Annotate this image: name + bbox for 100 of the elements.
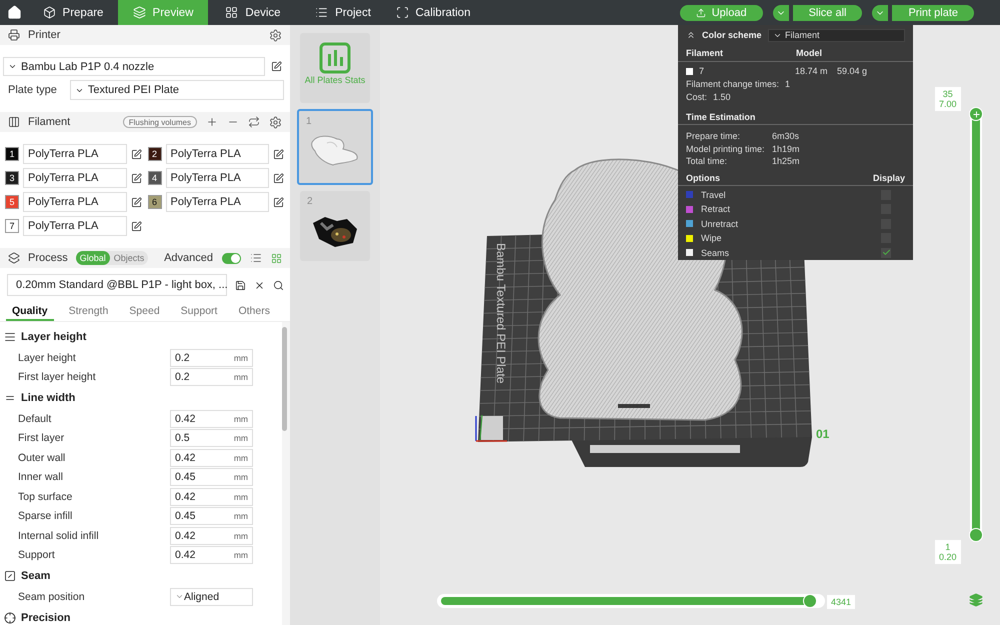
setting-label: Sparse infill: [18, 510, 74, 522]
color-swatch[interactable]: 2: [148, 147, 162, 161]
material-select[interactable]: PolyTerra PLA: [166, 168, 269, 188]
setting-label: Layer height: [18, 352, 77, 364]
material-select[interactable]: PolyTerra PLA: [166, 144, 269, 164]
section-title: Printer: [28, 29, 60, 41]
number-field[interactable]: 0.5 mm: [170, 429, 253, 448]
process-select[interactable]: 0.20mm Standard @BBL P1P - light box, ...: [7, 274, 227, 296]
edit-icon[interactable]: [271, 61, 282, 72]
collapse-icon[interactable]: [686, 30, 696, 40]
toggle-switch[interactable]: [222, 252, 241, 264]
setting-label: First layer: [18, 432, 66, 444]
stats-label: All Plates Stats: [304, 75, 366, 85]
settings-icon[interactable]: [269, 28, 282, 42]
settings-icon[interactable]: [269, 116, 282, 128]
edit-icon[interactable]: [273, 148, 284, 160]
settings-tab[interactable]: Strength: [62, 302, 114, 321]
material-select[interactable]: PolyTerra PLA: [166, 192, 269, 212]
nav-tab[interactable]: Device: [208, 0, 298, 25]
material-select[interactable]: PolyTerra PLA: [23, 216, 126, 236]
edit-icon[interactable]: [130, 220, 142, 232]
number-field[interactable]: 0.42 mm: [170, 546, 253, 564]
edit-icon[interactable]: [130, 196, 142, 208]
chevron-icon: [8, 62, 17, 71]
material-select[interactable]: PolyTerra PLA: [23, 144, 126, 164]
nav-tab[interactable]: Project: [298, 0, 388, 25]
setting-label: Support: [18, 549, 56, 562]
chart-icon: [318, 41, 352, 75]
nav-tab[interactable]: Prepare: [28, 0, 118, 25]
bed-label: Bambu Textured PEI Plate: [494, 243, 508, 384]
printer-select[interactable]: Bambu Lab P1P 0.4 nozzle: [3, 57, 265, 76]
settings-tab[interactable]: Speed: [123, 302, 166, 321]
color-swatch[interactable]: 5: [5, 195, 19, 209]
color-swatch[interactable]: 4: [148, 171, 162, 185]
number-field[interactable]: 0.45 mm: [170, 468, 253, 486]
lines-icon: [4, 331, 16, 343]
slash-square-icon: [4, 570, 16, 582]
group-title: Line width: [21, 392, 76, 404]
legend-panel: Color scheme Filament Filament Model 7 18.74 m 59.04 g Filament change times: 1 Cost: 1.50 Time Estimation Prepare time: 6m30s Model printing time: 1h19m Total time: 1h25m Options Display Travel Retract Unretract Wipe Seams: [678, 25, 913, 260]
color-swatch[interactable]: 7: [5, 219, 19, 233]
number-field[interactable]: 0.42 mm: [170, 488, 253, 506]
close-icon[interactable]: [254, 280, 265, 290]
select-field[interactable]: Aligned: [170, 588, 253, 606]
flushing-volumes-button[interactable]: Flushing volumes: [122, 116, 197, 128]
scope-switch[interactable]: Global Objects: [76, 251, 148, 265]
number-field[interactable]: 0.42 mm: [170, 410, 253, 428]
plus-icon[interactable]: [206, 116, 218, 128]
edit-icon[interactable]: [273, 172, 284, 184]
plate-type-select[interactable]: Textured PEI Plate: [70, 80, 284, 100]
move-slider[interactable]: [437, 594, 825, 608]
number-field[interactable]: 0.45 mm: [170, 507, 253, 526]
advanced-label: Advanced: [164, 252, 213, 264]
slider-handle[interactable]: [969, 528, 983, 542]
scrollbar[interactable]: [282, 327, 287, 431]
dropdown-button[interactable]: [872, 4, 888, 20]
plate-type-label: Plate type: [8, 84, 57, 96]
material-select[interactable]: PolyTerra PLA: [23, 168, 126, 188]
color-swatch[interactable]: 3: [5, 171, 19, 185]
plate-number: 2: [307, 196, 313, 207]
slider-label: 1 0.20: [935, 540, 961, 564]
setting-label: Outer wall: [18, 452, 66, 464]
settings-tab[interactable]: Quality: [6, 302, 54, 321]
sync-icon[interactable]: [248, 116, 260, 128]
group-title: Precision: [21, 612, 71, 624]
setting-label: Top surface: [18, 490, 74, 503]
section-title: Process: [28, 252, 68, 264]
checkbox[interactable]: [881, 248, 891, 258]
number-field[interactable]: 0.2 mm: [170, 348, 253, 367]
plate-number: 01: [816, 427, 830, 441]
layers-icon: [8, 252, 20, 264]
number-field[interactable]: 0.42 mm: [170, 526, 253, 545]
material-select[interactable]: PolyTerra PLA: [23, 192, 126, 212]
group-title: Seam: [21, 570, 50, 582]
dropdown-button[interactable]: [772, 4, 789, 20]
slider-handle[interactable]: [969, 107, 983, 121]
setting-label: First layer height: [18, 371, 97, 384]
setting-label: Internal solid infill: [18, 530, 100, 542]
number-field[interactable]: 0.42 mm: [170, 448, 253, 467]
slider-handle[interactable]: [802, 594, 817, 608]
slider-label: 35 7.00: [935, 87, 961, 111]
grid-icon: [225, 6, 238, 19]
setting-label: Seam position: [18, 590, 86, 603]
edit-icon[interactable]: [130, 172, 142, 184]
number-field[interactable]: 0.2 mm: [170, 368, 253, 386]
nav-tab[interactable]: Calibration: [388, 0, 478, 25]
slider-label: 4341: [827, 595, 856, 609]
color-swatch[interactable]: 1: [5, 147, 19, 161]
search-icon[interactable]: [273, 280, 284, 290]
color-scheme-select[interactable]: Filament: [768, 28, 905, 42]
crosshair-icon: [4, 612, 16, 624]
color-swatch[interactable]: 6: [148, 195, 162, 209]
upload-icon: [696, 8, 706, 18]
edit-icon[interactable]: [273, 196, 284, 208]
section-title: Filament: [28, 116, 70, 128]
save-icon[interactable]: [235, 280, 246, 290]
settings-tab[interactable]: Support: [174, 302, 224, 321]
edit-icon[interactable]: [130, 148, 142, 160]
scan-icon: [396, 6, 408, 19]
printer-icon: [8, 29, 20, 41]
settings-tab[interactable]: Others: [232, 302, 276, 321]
